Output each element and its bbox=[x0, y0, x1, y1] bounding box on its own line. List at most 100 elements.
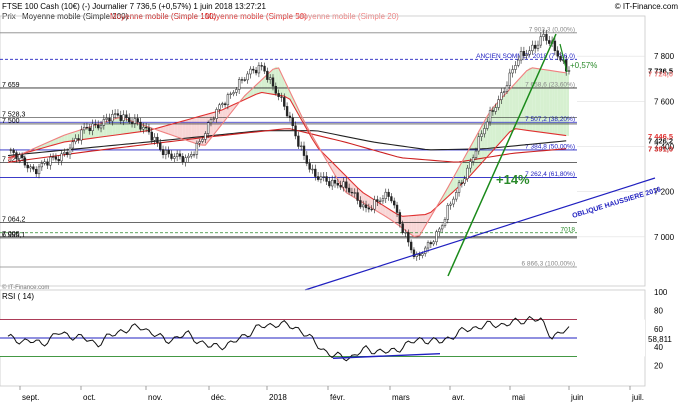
price-level-label: 7 903,3 (0,00%) bbox=[529, 26, 575, 33]
bull-fill bbox=[549, 70, 553, 134]
candle-body bbox=[486, 121, 489, 129]
candle-body bbox=[367, 207, 371, 210]
bear-fill bbox=[196, 116, 200, 145]
candle-body bbox=[528, 50, 531, 55]
candle-body bbox=[350, 191, 354, 194]
bull-fill bbox=[509, 86, 513, 132]
legend-item-sma50: Moyenne mobile (Simple 50) bbox=[205, 12, 307, 21]
bull-fill bbox=[481, 121, 485, 164]
bear-fill bbox=[177, 121, 180, 138]
bull-fill bbox=[521, 73, 524, 130]
candle-body bbox=[102, 119, 106, 126]
candle-body bbox=[170, 153, 173, 159]
candle-body bbox=[37, 166, 41, 175]
candle-body bbox=[488, 110, 492, 123]
candle-body bbox=[407, 232, 410, 243]
support-label: 7 064,2 bbox=[2, 216, 25, 223]
price-level-label: 7 507,2 (38,20%) bbox=[525, 116, 575, 123]
price-tick-label: 7 600 bbox=[654, 97, 675, 106]
candle-body bbox=[54, 156, 58, 160]
rsi-tick-label: 100 bbox=[654, 288, 668, 297]
bear-fill bbox=[408, 215, 412, 235]
candle-body bbox=[342, 181, 345, 188]
candle-body bbox=[9, 149, 13, 151]
candle-body bbox=[88, 127, 91, 131]
candle-body bbox=[268, 77, 272, 80]
candle-body bbox=[319, 176, 323, 180]
candle-body bbox=[26, 164, 29, 169]
candle-body bbox=[91, 123, 94, 131]
candle-body bbox=[404, 232, 407, 234]
candle-body bbox=[469, 161, 472, 169]
candle-body bbox=[116, 113, 120, 116]
candle-body bbox=[325, 176, 328, 182]
bull-fill bbox=[504, 92, 507, 139]
candle-body bbox=[438, 228, 441, 232]
candle-body bbox=[153, 136, 156, 141]
candle-body bbox=[339, 185, 342, 188]
ma-fill-areas bbox=[8, 66, 569, 239]
candle-body bbox=[252, 68, 255, 71]
candle-body bbox=[336, 183, 340, 186]
candle-body bbox=[545, 34, 548, 41]
candle-body bbox=[533, 44, 537, 49]
candle-body bbox=[133, 118, 137, 124]
candle-body bbox=[393, 200, 396, 206]
candle-body bbox=[125, 114, 128, 119]
bull-fill bbox=[552, 70, 555, 135]
candle-body bbox=[421, 253, 424, 256]
candle-body bbox=[260, 65, 263, 67]
bull-fill bbox=[540, 69, 544, 133]
legend-item-sma100: Moyenne mobile (Simple 100) bbox=[110, 12, 217, 21]
candle-body bbox=[356, 192, 359, 201]
candle-body bbox=[381, 198, 385, 202]
candle-body bbox=[387, 191, 390, 197]
candle-body bbox=[333, 179, 337, 184]
candle-body bbox=[263, 65, 266, 72]
candle-body bbox=[446, 205, 449, 220]
candle-body bbox=[508, 72, 511, 86]
candle-body bbox=[223, 103, 227, 106]
bear-fill bbox=[416, 214, 420, 239]
candle-body bbox=[173, 156, 176, 159]
candle-body bbox=[57, 159, 60, 162]
rsi-tick-label: 20 bbox=[654, 362, 663, 371]
candle-body bbox=[474, 150, 478, 158]
candle-body bbox=[429, 242, 433, 245]
candle-body bbox=[556, 50, 559, 57]
candle-body bbox=[12, 149, 15, 153]
candle-body bbox=[455, 192, 458, 200]
candle-body bbox=[362, 204, 365, 208]
candle-body bbox=[302, 145, 306, 156]
candle-body bbox=[285, 106, 289, 117]
candle-body bbox=[480, 133, 483, 137]
candle-body bbox=[99, 125, 103, 129]
x-tick-label: oct. bbox=[83, 393, 96, 402]
brand-label: © IT-Finance.com bbox=[615, 2, 679, 11]
candle-body bbox=[364, 204, 368, 209]
rsi-tick-label: 80 bbox=[654, 306, 663, 315]
rsi-axis: 20 40 60 80 100 bbox=[654, 288, 668, 371]
bull-fill bbox=[115, 117, 118, 136]
candle-body bbox=[226, 94, 230, 106]
candle-body bbox=[426, 242, 430, 249]
x-tick-label: juil. bbox=[631, 393, 644, 402]
candle-body bbox=[195, 142, 199, 155]
candle-body bbox=[316, 176, 320, 180]
candle-body bbox=[553, 40, 557, 51]
candle-body bbox=[519, 51, 523, 61]
candle-body bbox=[432, 241, 435, 245]
candle-body bbox=[359, 200, 362, 208]
rsi-title: RSI ( 14) bbox=[2, 292, 34, 301]
candle-body bbox=[142, 126, 145, 130]
x-tick-label: avr. bbox=[452, 393, 465, 402]
candle-body bbox=[522, 51, 526, 56]
candle-body bbox=[514, 65, 517, 70]
candle-body bbox=[291, 117, 294, 126]
candle-body bbox=[376, 199, 379, 202]
candle-body bbox=[452, 198, 455, 205]
candle-body bbox=[80, 129, 83, 141]
candle-body bbox=[229, 93, 232, 95]
candle-body bbox=[466, 167, 469, 179]
candle-body bbox=[164, 149, 168, 155]
